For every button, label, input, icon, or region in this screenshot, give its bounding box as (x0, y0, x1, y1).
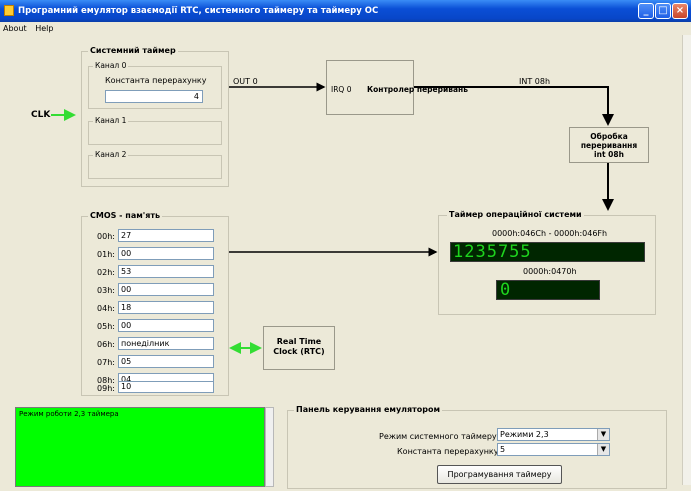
mode-select[interactable]: Режими 2,3 ▼ (497, 428, 610, 441)
cmos-addr: 01h: (97, 250, 115, 259)
channel0-constant-input[interactable]: 4 (105, 90, 203, 103)
channel1-label: Канал 1 (93, 116, 129, 125)
system-timer-title: Системний таймер (88, 46, 178, 55)
channel0-label: Канал 0 (93, 61, 129, 70)
log-panel[interactable]: Режим роботи 2,3 таймера (15, 407, 265, 487)
cmos-addr: 02h: (97, 268, 115, 277)
os-timer-counter-display: 1235755 (450, 242, 645, 262)
constant-select[interactable]: 5 ▼ (497, 443, 610, 456)
channel0-group: Канал 0 Константа перерахунку 4 (88, 61, 222, 109)
os-timer-title: Таймер операційної системи (447, 210, 584, 219)
cmos-value-input[interactable]: 00 (118, 283, 214, 296)
constant-select-value: 5 (500, 445, 506, 454)
os-timer-addr2: 0000h:0470h (523, 267, 577, 276)
mode-label: Режим системного таймеру: (379, 432, 500, 441)
rtc-label: Real Time Clock (RTC) (273, 337, 325, 356)
interrupt-controller-box: IRQ 0 Контролер переривань (326, 60, 468, 115)
cmos-value-input[interactable]: 05 (118, 355, 214, 368)
cmos-addr: 05h: (97, 322, 115, 331)
system-timer-group: Системний таймер Канал 0 Константа перер… (81, 46, 229, 187)
int08-label: INT 08h (519, 77, 551, 86)
log-text: Режим роботи 2,3 таймера (19, 410, 119, 418)
program-timer-button[interactable]: Програмування таймеру (437, 465, 562, 484)
channel0-field-label: Константа перерахунку (105, 76, 207, 85)
cmos-value-input[interactable]: 53 (118, 265, 214, 278)
cmos-title: CMOS - пам'ять (88, 211, 163, 220)
cmos-value-input[interactable]: 18 (118, 301, 214, 314)
chevron-down-icon[interactable]: ▼ (597, 429, 609, 440)
cmos-value-input[interactable]: понеділник (118, 337, 214, 350)
cmos-value-input[interactable]: 10 (118, 381, 214, 393)
channel2-group: Канал 2 (88, 150, 222, 179)
os-timer-flag-display: 0 (496, 280, 600, 300)
cmos-value-input[interactable]: 00 (118, 247, 214, 260)
cmos-value-input[interactable]: 27 (118, 229, 214, 242)
cmos-addr: 06h: (97, 340, 115, 349)
interrupt-controller-label: Контролер переривань (367, 85, 468, 94)
control-panel-title: Панель керування емулятором (294, 405, 443, 414)
out0-label: OUT 0 (233, 77, 258, 86)
chevron-down-icon[interactable]: ▼ (597, 444, 609, 455)
cmos-addr: 04h: (97, 304, 115, 313)
irq0-label: IRQ 0 (331, 85, 352, 94)
cmos-addr: 09h: (97, 384, 115, 393)
cmos-addr: 03h: (97, 286, 115, 295)
channel2-label: Канал 2 (93, 150, 129, 159)
cmos-addr: 07h: (97, 358, 115, 367)
channel1-group: Канал 1 (88, 116, 222, 145)
interrupt-handler-label: Обробка переривання int 08h (580, 132, 638, 159)
mode-select-value: Режими 2,3 (500, 430, 549, 439)
interrupt-handler-box: Обробка переривання int 08h (569, 127, 649, 163)
cmos-addr: 00h: (97, 232, 115, 241)
clk-label: CLK (31, 110, 51, 120)
cmos-value-input[interactable]: 00 (118, 319, 214, 332)
rtc-box: Real Time Clock (RTC) (263, 326, 335, 370)
os-timer-addr1: 0000h:046Ch - 0000h:046Fh (492, 229, 608, 238)
log-scrollbar[interactable] (265, 407, 274, 487)
constant-label: Константа перерахунку: (397, 447, 502, 456)
